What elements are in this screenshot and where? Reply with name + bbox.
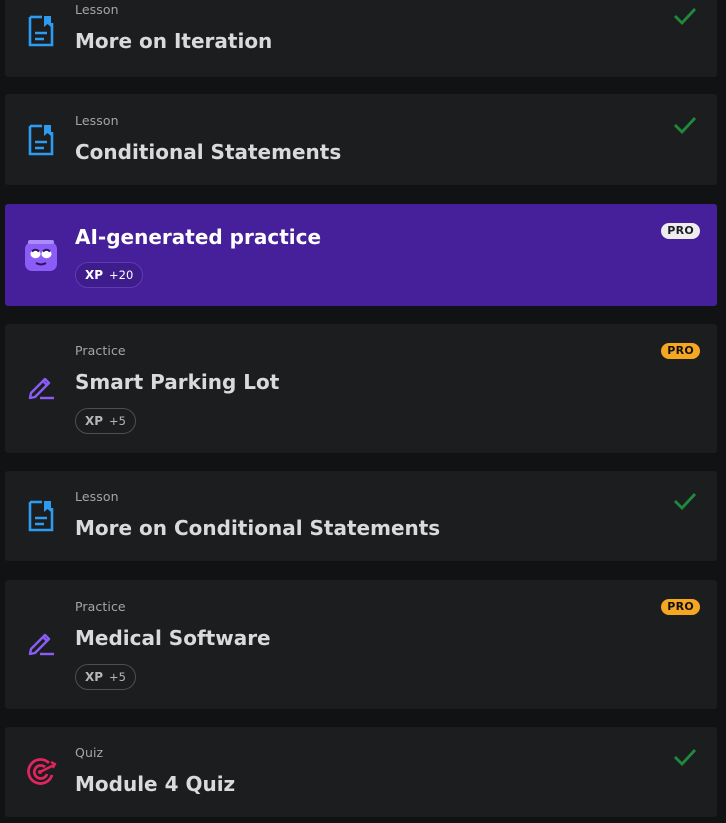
practice-pencil-icon — [28, 377, 54, 400]
pro-badge: PRO — [661, 599, 700, 615]
item-kind: Lesson — [75, 113, 119, 128]
ai-robot-icon — [25, 240, 57, 271]
item-title: Medical Software — [75, 626, 271, 650]
item-kind: Lesson — [75, 2, 119, 17]
xp-reward-chip: XP +5 — [75, 664, 136, 690]
xp-value: +20 — [109, 268, 134, 282]
practice-card-smart-parking-lot[interactable]: Practice Smart Parking Lot PRO XP +5 — [5, 324, 717, 453]
pro-badge: PRO — [661, 223, 700, 239]
item-kind: Lesson — [75, 489, 119, 504]
practice-pencil-icon — [28, 633, 54, 656]
completed-check-icon — [674, 117, 697, 135]
quiz-target-icon — [27, 758, 57, 785]
xp-reward-chip: XP +5 — [75, 408, 136, 434]
item-title: Module 4 Quiz — [75, 772, 236, 796]
item-title: AI-generated practice — [75, 225, 322, 249]
lesson-document-icon — [28, 124, 54, 156]
module-item-list: Lesson More on Iteration Lesson Conditio… — [0, 0, 726, 823]
ai-practice-card[interactable]: AI-generated practice PRO XP +20 — [5, 204, 717, 306]
completed-check-icon — [674, 8, 697, 26]
item-kind: Quiz — [75, 745, 104, 760]
completed-check-icon — [674, 493, 697, 511]
item-title: More on Iteration — [75, 29, 273, 53]
xp-value: +5 — [109, 670, 126, 684]
item-title: More on Conditional Statements — [75, 516, 441, 540]
item-title: Smart Parking Lot — [75, 370, 280, 394]
item-kind: Practice — [75, 599, 126, 614]
lesson-document-icon — [28, 15, 54, 47]
item-title: Conditional Statements — [75, 140, 342, 164]
lesson-card-conditional-statements[interactable]: Lesson Conditional Statements — [5, 94, 717, 185]
xp-reward-chip: XP +20 — [75, 262, 144, 288]
lesson-document-icon — [28, 500, 54, 532]
item-kind: Practice — [75, 343, 126, 358]
quiz-card-module-4[interactable]: Quiz Module 4 Quiz — [5, 727, 717, 817]
practice-card-medical-software[interactable]: Practice Medical Software PRO XP +5 — [5, 580, 717, 709]
xp-label: XP — [85, 414, 104, 428]
pro-badge: PRO — [661, 343, 700, 359]
xp-label: XP — [85, 268, 104, 282]
xp-value: +5 — [109, 414, 126, 428]
completed-check-icon — [674, 749, 697, 767]
xp-label: XP — [85, 670, 104, 684]
lesson-card-more-on-iteration[interactable]: Lesson More on Iteration — [5, 0, 717, 77]
lesson-card-more-on-conditional-statements[interactable]: Lesson More on Conditional Statements — [5, 471, 717, 561]
